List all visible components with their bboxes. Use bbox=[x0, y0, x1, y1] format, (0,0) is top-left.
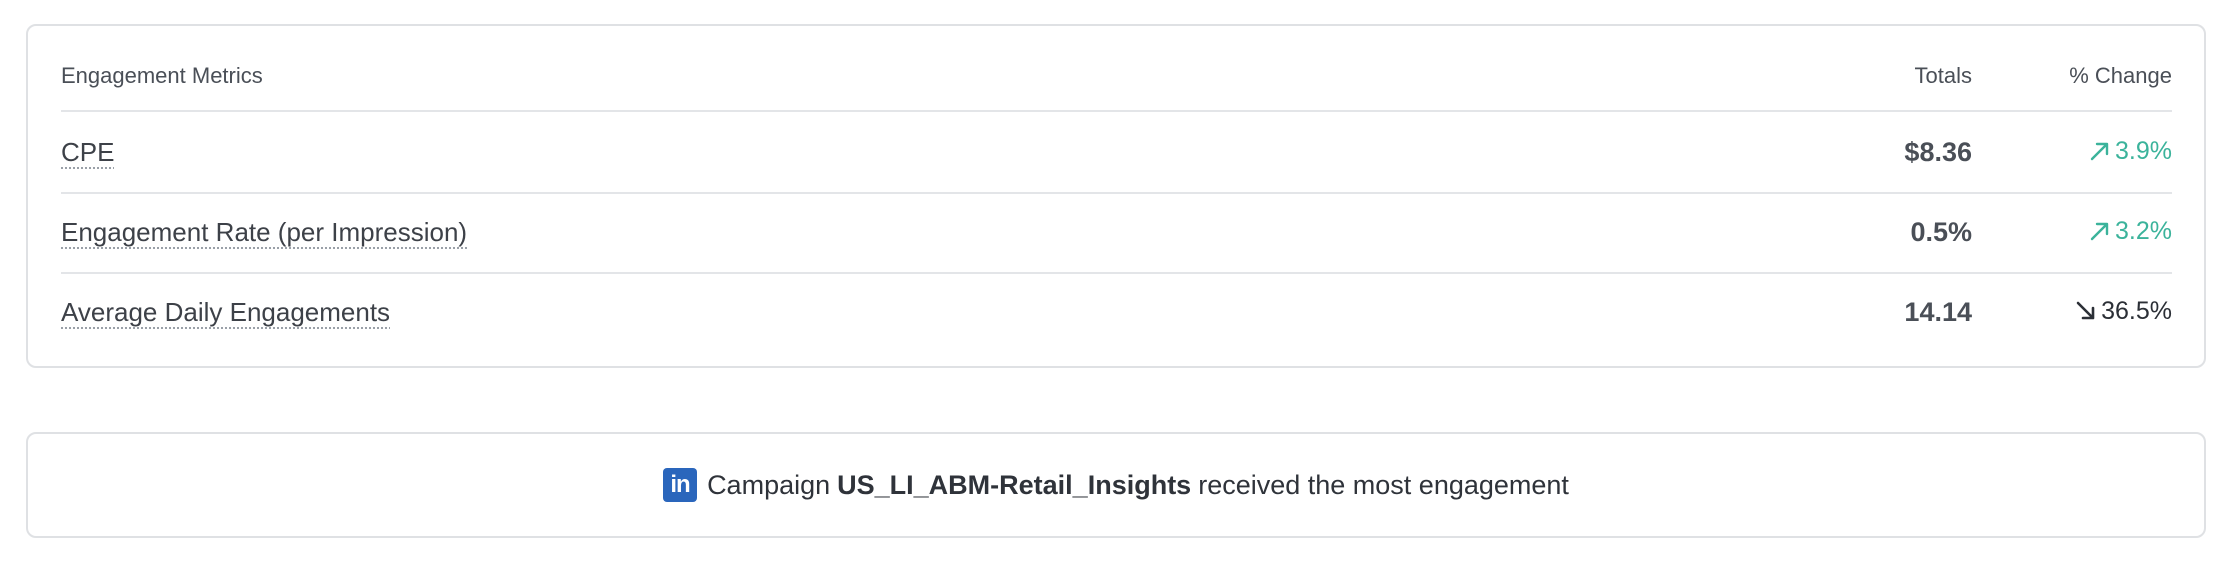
top-campaign-summary: in Campaign US_LI_ABM-Retail_Insights re… bbox=[663, 468, 1569, 502]
metric-change: 3.2% bbox=[2089, 217, 2172, 246]
engagement-metrics-card: Engagement Metrics Totals % Change CPE $… bbox=[26, 24, 2206, 368]
metric-change: 3.9% bbox=[2089, 137, 2172, 166]
metric-total: 0.5% bbox=[1910, 216, 1972, 247]
metric-total: 14.14 bbox=[1904, 296, 1972, 327]
metric-name-average-daily-engagements[interactable]: Average Daily Engagements bbox=[61, 297, 390, 327]
table-row: CPE $8.36 3.9% bbox=[61, 112, 2172, 194]
metric-name-engagement-rate[interactable]: Engagement Rate (per Impression) bbox=[61, 217, 467, 247]
arrow-up-right-icon bbox=[2089, 220, 2111, 242]
summary-suffix: received the most engagement bbox=[1198, 469, 1569, 500]
metric-change-value: 3.9% bbox=[2115, 136, 2172, 165]
metric-change: 36.5% bbox=[2075, 297, 2172, 326]
header-totals: Totals bbox=[1914, 63, 1972, 88]
metric-total: $8.36 bbox=[1904, 136, 1972, 167]
metric-change-value: 36.5% bbox=[2101, 296, 2172, 325]
arrow-up-right-icon bbox=[2089, 140, 2111, 162]
table-row: Average Daily Engagements 14.14 36.5% bbox=[61, 272, 2172, 352]
arrow-down-right-icon bbox=[2075, 300, 2097, 322]
summary-prefix: Campaign bbox=[707, 469, 831, 500]
top-campaign-card: in Campaign US_LI_ABM-Retail_Insights re… bbox=[26, 432, 2206, 538]
metric-name-cpe[interactable]: CPE bbox=[61, 137, 114, 167]
header-percent-change: % Change bbox=[2069, 63, 2172, 88]
metric-change-value: 3.2% bbox=[2115, 216, 2172, 245]
header-engagement-metrics: Engagement Metrics bbox=[61, 63, 263, 88]
table-row: Engagement Rate (per Impression) 0.5% 3.… bbox=[61, 192, 2172, 274]
linkedin-icon: in bbox=[663, 468, 698, 502]
table-header: Engagement Metrics Totals % Change bbox=[61, 26, 2172, 112]
campaign-name: US_LI_ABM-Retail_Insights bbox=[837, 469, 1192, 500]
